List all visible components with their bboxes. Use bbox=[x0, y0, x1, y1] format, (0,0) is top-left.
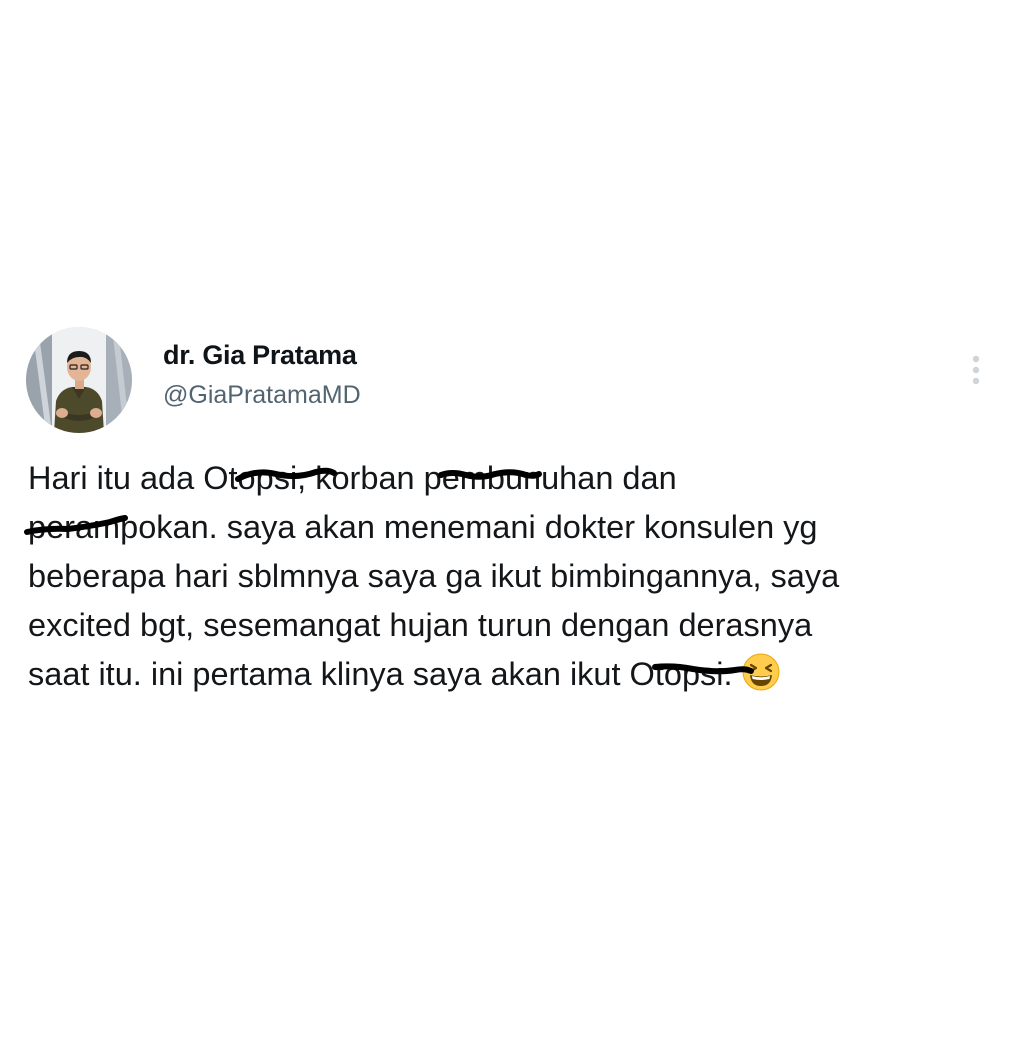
redacted-word: embunuha bbox=[437, 454, 596, 503]
text-segment: n dan bbox=[595, 460, 677, 496]
tweet-text: Hari itu ada Otopsi, korban pembunuha n d… bbox=[24, 454, 1003, 699]
tweet-text-line: perampo kan. saya akan menemani dokter ko… bbox=[24, 503, 1003, 552]
redacted-word: topsi bbox=[651, 650, 754, 699]
text-segment: topsi bbox=[654, 656, 724, 692]
text-segment: opsi bbox=[237, 460, 298, 496]
author-handle[interactable]: @GiaPratamaMD bbox=[163, 381, 361, 410]
profile-photo bbox=[26, 327, 132, 433]
redacted-word: opsi bbox=[234, 454, 337, 503]
tweet-text-line: beberapa hari sblmnya saya ga ikut bimbi… bbox=[28, 558, 840, 594]
tweet-text-line: excited bgt, sesemangat hujan turun deng… bbox=[28, 607, 813, 643]
text-segment: embunuha bbox=[441, 460, 596, 496]
more-vertical-icon bbox=[972, 355, 980, 385]
text-segment: perampo bbox=[28, 509, 157, 545]
author-avatar[interactable] bbox=[26, 327, 132, 433]
grinning-squinting-face-emoji bbox=[742, 653, 780, 691]
tweet-text-line: saat itu. ini pertama klinya saya akan i… bbox=[28, 650, 1003, 699]
text-segment: kan. saya akan menemani dokter konsulen … bbox=[156, 509, 818, 545]
text-segment: saat itu. ini pertama klinya saya akan i… bbox=[28, 656, 655, 692]
tweet-card: dr. Gia Pratama @GiaPratamaMD Hari itu a… bbox=[0, 0, 1024, 1062]
text-segment: Hari itu ada Ot bbox=[28, 460, 238, 496]
author-display-name[interactable]: dr. Gia Pratama bbox=[163, 340, 357, 371]
more-options-button[interactable] bbox=[958, 350, 994, 394]
redacted-word: perampo bbox=[24, 503, 157, 552]
text-segment: , korban p bbox=[297, 460, 442, 496]
tweet-text-line: Hari itu ada Otopsi, korban pembunuha n d… bbox=[28, 454, 1003, 503]
text-segment: . bbox=[723, 656, 733, 692]
